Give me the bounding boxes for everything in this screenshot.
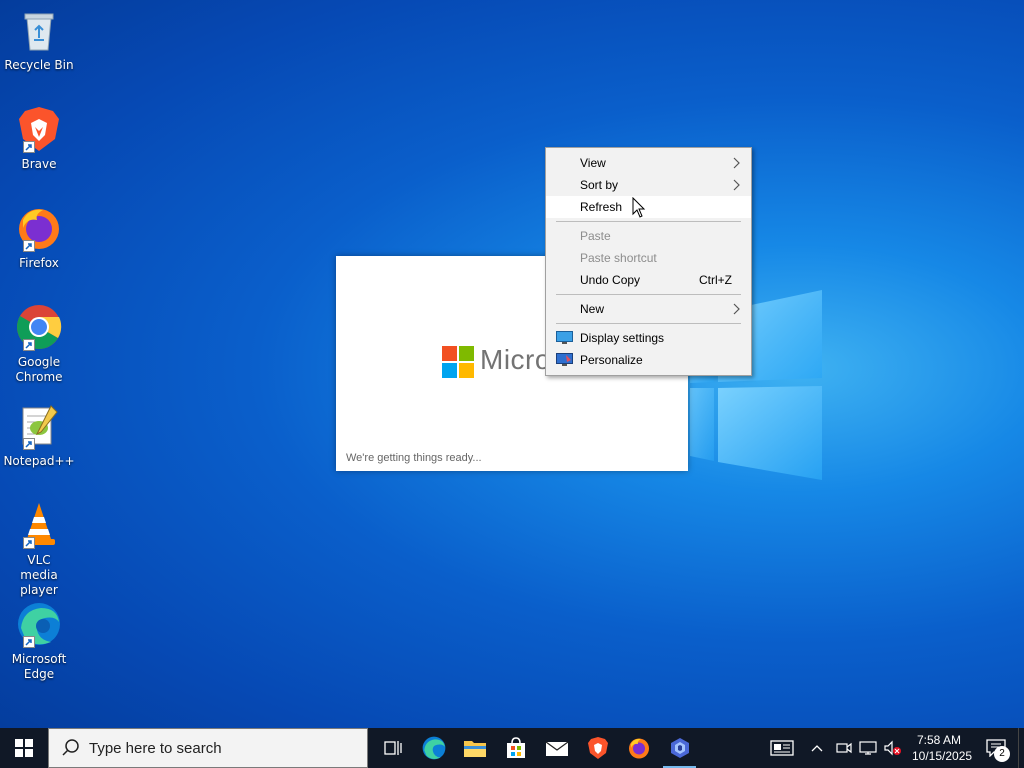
menu-separator bbox=[556, 221, 741, 222]
menu-separator bbox=[556, 323, 741, 324]
desktop-icon-firefox[interactable]: Firefox bbox=[4, 204, 74, 271]
menu-item-display-settings[interactable]: Display settings bbox=[546, 327, 751, 349]
taskbar-mail[interactable] bbox=[536, 728, 577, 768]
desktop-icon-edge[interactable]: Microsoft Edge bbox=[4, 600, 74, 682]
desktop-icon-label: Recycle Bin bbox=[4, 58, 74, 72]
splash-status-text: We're getting things ready... bbox=[346, 452, 482, 464]
brave-icon bbox=[587, 737, 608, 759]
taskbar-store[interactable] bbox=[495, 728, 536, 768]
task-view-icon bbox=[383, 741, 402, 755]
clock-date: 10/15/2025 bbox=[912, 749, 973, 763]
taskbar-clock[interactable]: 7:58 AM 10/15/2025 bbox=[904, 732, 974, 764]
tray-meet-now[interactable] bbox=[832, 728, 856, 768]
menu-item-paste-shortcut[interactable]: Paste shortcut bbox=[546, 247, 751, 269]
shortcut-arrow-icon bbox=[23, 537, 35, 549]
menu-item-shortcut: Ctrl+Z bbox=[699, 273, 732, 287]
shortcut-arrow-icon bbox=[23, 636, 35, 648]
desktop-icon-label: VLC media player bbox=[20, 553, 58, 597]
taskbar-search-box[interactable]: Type here to search bbox=[48, 728, 368, 768]
desktop-icon-label: Notepad++ bbox=[3, 454, 75, 468]
menu-item-label: Paste shortcut bbox=[580, 251, 657, 265]
search-icon bbox=[62, 739, 79, 756]
news-icon bbox=[770, 740, 794, 756]
windows-start-icon bbox=[15, 739, 33, 757]
menu-item-new[interactable]: New bbox=[546, 298, 751, 320]
desktop-context-menu: View Sort by Refresh Paste Paste shortcu… bbox=[545, 147, 752, 376]
show-hidden-icons-button[interactable] bbox=[802, 728, 832, 768]
news-widget-button[interactable] bbox=[762, 728, 802, 768]
chevron-up-icon bbox=[811, 745, 823, 752]
menu-separator bbox=[556, 294, 741, 295]
notification-count-badge: 2 bbox=[994, 746, 1010, 762]
mouse-cursor-icon bbox=[632, 197, 646, 218]
desktop-icon-label: Microsoft Edge bbox=[11, 652, 67, 681]
desktop-icon-notepadpp[interactable]: Notepad++ bbox=[3, 402, 75, 469]
tray-volume[interactable] bbox=[880, 728, 904, 768]
menu-item-label: Refresh bbox=[580, 200, 623, 214]
menu-item-label: New bbox=[580, 302, 605, 316]
shortcut-arrow-icon bbox=[23, 438, 35, 450]
store-icon bbox=[506, 737, 525, 758]
volume-muted-icon bbox=[884, 740, 901, 756]
tray-network[interactable] bbox=[856, 728, 880, 768]
desktop-icon-recycle-bin[interactable]: Recycle Bin bbox=[4, 6, 74, 73]
action-center-button[interactable]: 2 bbox=[974, 728, 1018, 768]
desktop-icon-vlc[interactable]: VLC media player bbox=[4, 501, 74, 598]
start-button[interactable] bbox=[0, 728, 48, 768]
desktop-icon-chrome[interactable]: Google Chrome bbox=[4, 303, 74, 385]
display-settings-icon bbox=[556, 331, 573, 344]
desktop-icon-brave[interactable]: Brave bbox=[4, 105, 74, 172]
copilot-icon bbox=[670, 738, 689, 758]
menu-item-undo-copy[interactable]: Undo Copy Ctrl+Z bbox=[546, 269, 751, 291]
file-explorer-icon bbox=[463, 741, 486, 757]
menu-item-paste[interactable]: Paste bbox=[546, 225, 751, 247]
menu-item-sort-by[interactable]: Sort by bbox=[546, 174, 751, 196]
taskbar-copilot[interactable] bbox=[659, 728, 700, 768]
chevron-right-icon bbox=[733, 303, 740, 315]
taskbar: Type here to search 7:58 AM 10/15/2025 2 bbox=[0, 728, 1024, 768]
menu-item-label: Paste bbox=[580, 229, 611, 243]
mail-icon bbox=[545, 741, 568, 756]
taskbar-brave[interactable] bbox=[577, 728, 618, 768]
shortcut-arrow-icon bbox=[23, 240, 35, 252]
taskbar-file-explorer[interactable] bbox=[454, 728, 495, 768]
system-tray: 7:58 AM 10/15/2025 2 bbox=[762, 728, 1024, 768]
menu-item-label: Sort by bbox=[580, 178, 619, 192]
personalize-icon bbox=[556, 353, 573, 366]
menu-item-personalize[interactable]: Personalize bbox=[546, 349, 751, 371]
recycle-bin-icon bbox=[24, 13, 54, 51]
shortcut-arrow-icon bbox=[23, 339, 35, 351]
menu-item-label: Display settings bbox=[580, 331, 665, 345]
microsoft-logo-icon bbox=[442, 346, 474, 378]
menu-item-label: Undo Copy bbox=[580, 273, 641, 287]
menu-item-view[interactable]: View bbox=[546, 152, 751, 174]
meet-now-icon bbox=[836, 742, 852, 754]
show-desktop-button[interactable] bbox=[1018, 728, 1024, 768]
clock-time: 7:58 AM bbox=[916, 733, 962, 747]
menu-item-label: View bbox=[580, 156, 606, 170]
network-icon bbox=[859, 741, 877, 755]
menu-item-refresh[interactable]: Refresh bbox=[546, 196, 751, 218]
chevron-right-icon bbox=[733, 157, 740, 169]
chevron-right-icon bbox=[733, 179, 740, 191]
menu-item-label: Personalize bbox=[580, 353, 643, 367]
firefox-icon bbox=[628, 738, 649, 759]
edge-icon bbox=[422, 736, 445, 760]
shortcut-arrow-icon bbox=[23, 141, 35, 153]
search-placeholder: Type here to search bbox=[89, 739, 222, 757]
taskbar-edge[interactable] bbox=[413, 728, 454, 768]
task-view-button[interactable] bbox=[372, 728, 413, 768]
desktop-icon-label: Google Chrome bbox=[15, 355, 63, 384]
taskbar-firefox[interactable] bbox=[618, 728, 659, 768]
